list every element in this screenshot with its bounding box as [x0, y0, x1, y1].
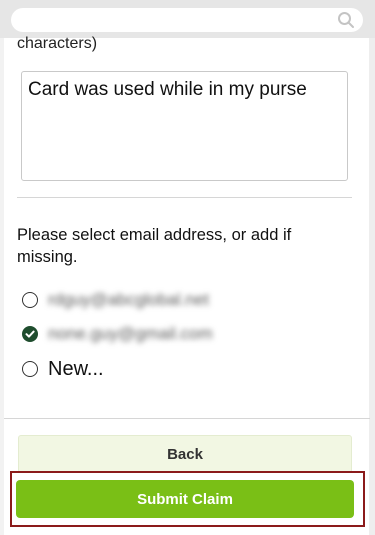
page-left-border [0, 38, 4, 535]
top-bar [0, 0, 375, 38]
checkmark-icon [25, 330, 35, 338]
email-option-1[interactable]: rdguy@abcglobal.net [22, 288, 209, 312]
email-prompt: Please select email address, or add if m… [17, 226, 292, 266]
email-option-label: New... [48, 357, 104, 380]
back-button[interactable]: Back [18, 435, 352, 473]
radio-checked-icon[interactable] [22, 326, 38, 342]
email-option-label: none.guy@gmail.com [48, 324, 213, 343]
search-input[interactable] [11, 8, 363, 32]
radio-unchecked-icon[interactable] [22, 361, 38, 377]
email-option-label: rdguy@abcglobal.net [48, 290, 209, 309]
section-divider [4, 418, 370, 419]
char-limit-hint: characters) [17, 35, 98, 52]
section-divider [17, 197, 352, 198]
radio-unchecked-icon[interactable] [22, 292, 38, 308]
submit-claim-button[interactable]: Submit Claim [16, 480, 354, 518]
search-icon[interactable] [337, 11, 355, 29]
claim-reason-textarea[interactable]: Card was used while in my purse [21, 71, 348, 181]
email-option-2[interactable]: none.guy@gmail.com [22, 322, 213, 346]
page-right-border [369, 38, 375, 535]
email-option-new[interactable]: New... [22, 357, 104, 381]
